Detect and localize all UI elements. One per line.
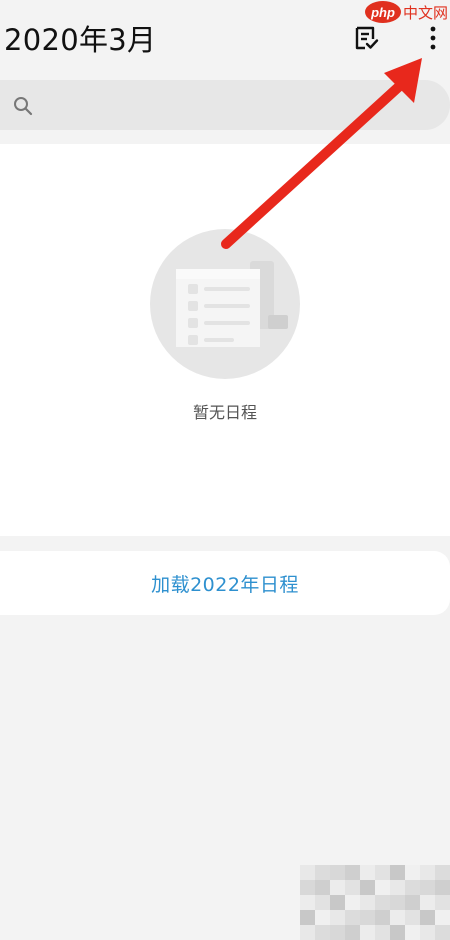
mosaic-cell [330, 865, 345, 880]
watermark: php 中文网 [364, 1, 448, 23]
mosaic-cell [345, 910, 360, 925]
mosaic-cell [405, 880, 420, 895]
mosaic-cell [405, 895, 420, 910]
mosaic-cell [300, 925, 315, 940]
mosaic-cell [390, 925, 405, 940]
mosaic-cell [375, 925, 390, 940]
mosaic-cell [315, 895, 330, 910]
mosaic-cell [435, 925, 450, 940]
mosaic-cell [420, 910, 435, 925]
mosaic-cell [360, 895, 375, 910]
mosaic-cell [330, 910, 345, 925]
page-title[interactable]: 2020年3月 [4, 20, 156, 60]
mosaic-cell [330, 895, 345, 910]
mosaic-cell [375, 895, 390, 910]
watermark-text: 中文网 [402, 3, 448, 22]
more-options-button[interactable] [418, 20, 448, 56]
mosaic-cell [420, 880, 435, 895]
mosaic-cell [420, 895, 435, 910]
mosaic-cell [360, 865, 375, 880]
mosaic-cell [390, 865, 405, 880]
mosaic-cell [390, 880, 405, 895]
mosaic-cell [315, 865, 330, 880]
load-schedule-button[interactable]: 加载2022年日程 [0, 551, 450, 615]
mosaic-cell [420, 865, 435, 880]
mosaic-cell [300, 895, 315, 910]
mosaic-cell [300, 880, 315, 895]
mosaic-cell [345, 880, 360, 895]
mosaic-cell [420, 925, 435, 940]
mosaic-cell [360, 880, 375, 895]
mosaic-cell [345, 925, 360, 940]
mosaic-cell [435, 865, 450, 880]
mosaic-cell [390, 895, 405, 910]
mosaic-cell [405, 925, 420, 940]
mosaic-cell [405, 865, 420, 880]
list-check-icon [355, 26, 379, 50]
mosaic-cell [435, 895, 450, 910]
mosaic-cell [375, 865, 390, 880]
blurred-mosaic [300, 865, 450, 940]
more-vertical-icon [430, 26, 436, 50]
search-bar[interactable] [0, 80, 450, 130]
empty-schedule-card: 暂无日程 [0, 144, 450, 536]
watermark-logo: php [364, 1, 401, 23]
mosaic-cell [405, 910, 420, 925]
mosaic-cell [315, 925, 330, 940]
mosaic-cell [435, 880, 450, 895]
mosaic-cell [390, 910, 405, 925]
mosaic-cell [300, 910, 315, 925]
mosaic-cell [330, 880, 345, 895]
empty-schedule-illustration [150, 229, 300, 379]
mosaic-cell [375, 910, 390, 925]
load-schedule-label: 加载2022年日程 [151, 573, 299, 596]
list-check-button[interactable] [348, 20, 384, 56]
mosaic-cell [345, 865, 360, 880]
mosaic-cell [360, 925, 375, 940]
mosaic-cell [330, 925, 345, 940]
mosaic-cell [360, 910, 375, 925]
mosaic-cell [375, 880, 390, 895]
mosaic-cell [435, 910, 450, 925]
mosaic-cell [315, 910, 330, 925]
mosaic-cell [345, 895, 360, 910]
mosaic-cell [300, 865, 315, 880]
empty-schedule-text: 暂无日程 [192, 403, 257, 422]
search-icon [14, 97, 33, 116]
mosaic-cell [315, 880, 330, 895]
